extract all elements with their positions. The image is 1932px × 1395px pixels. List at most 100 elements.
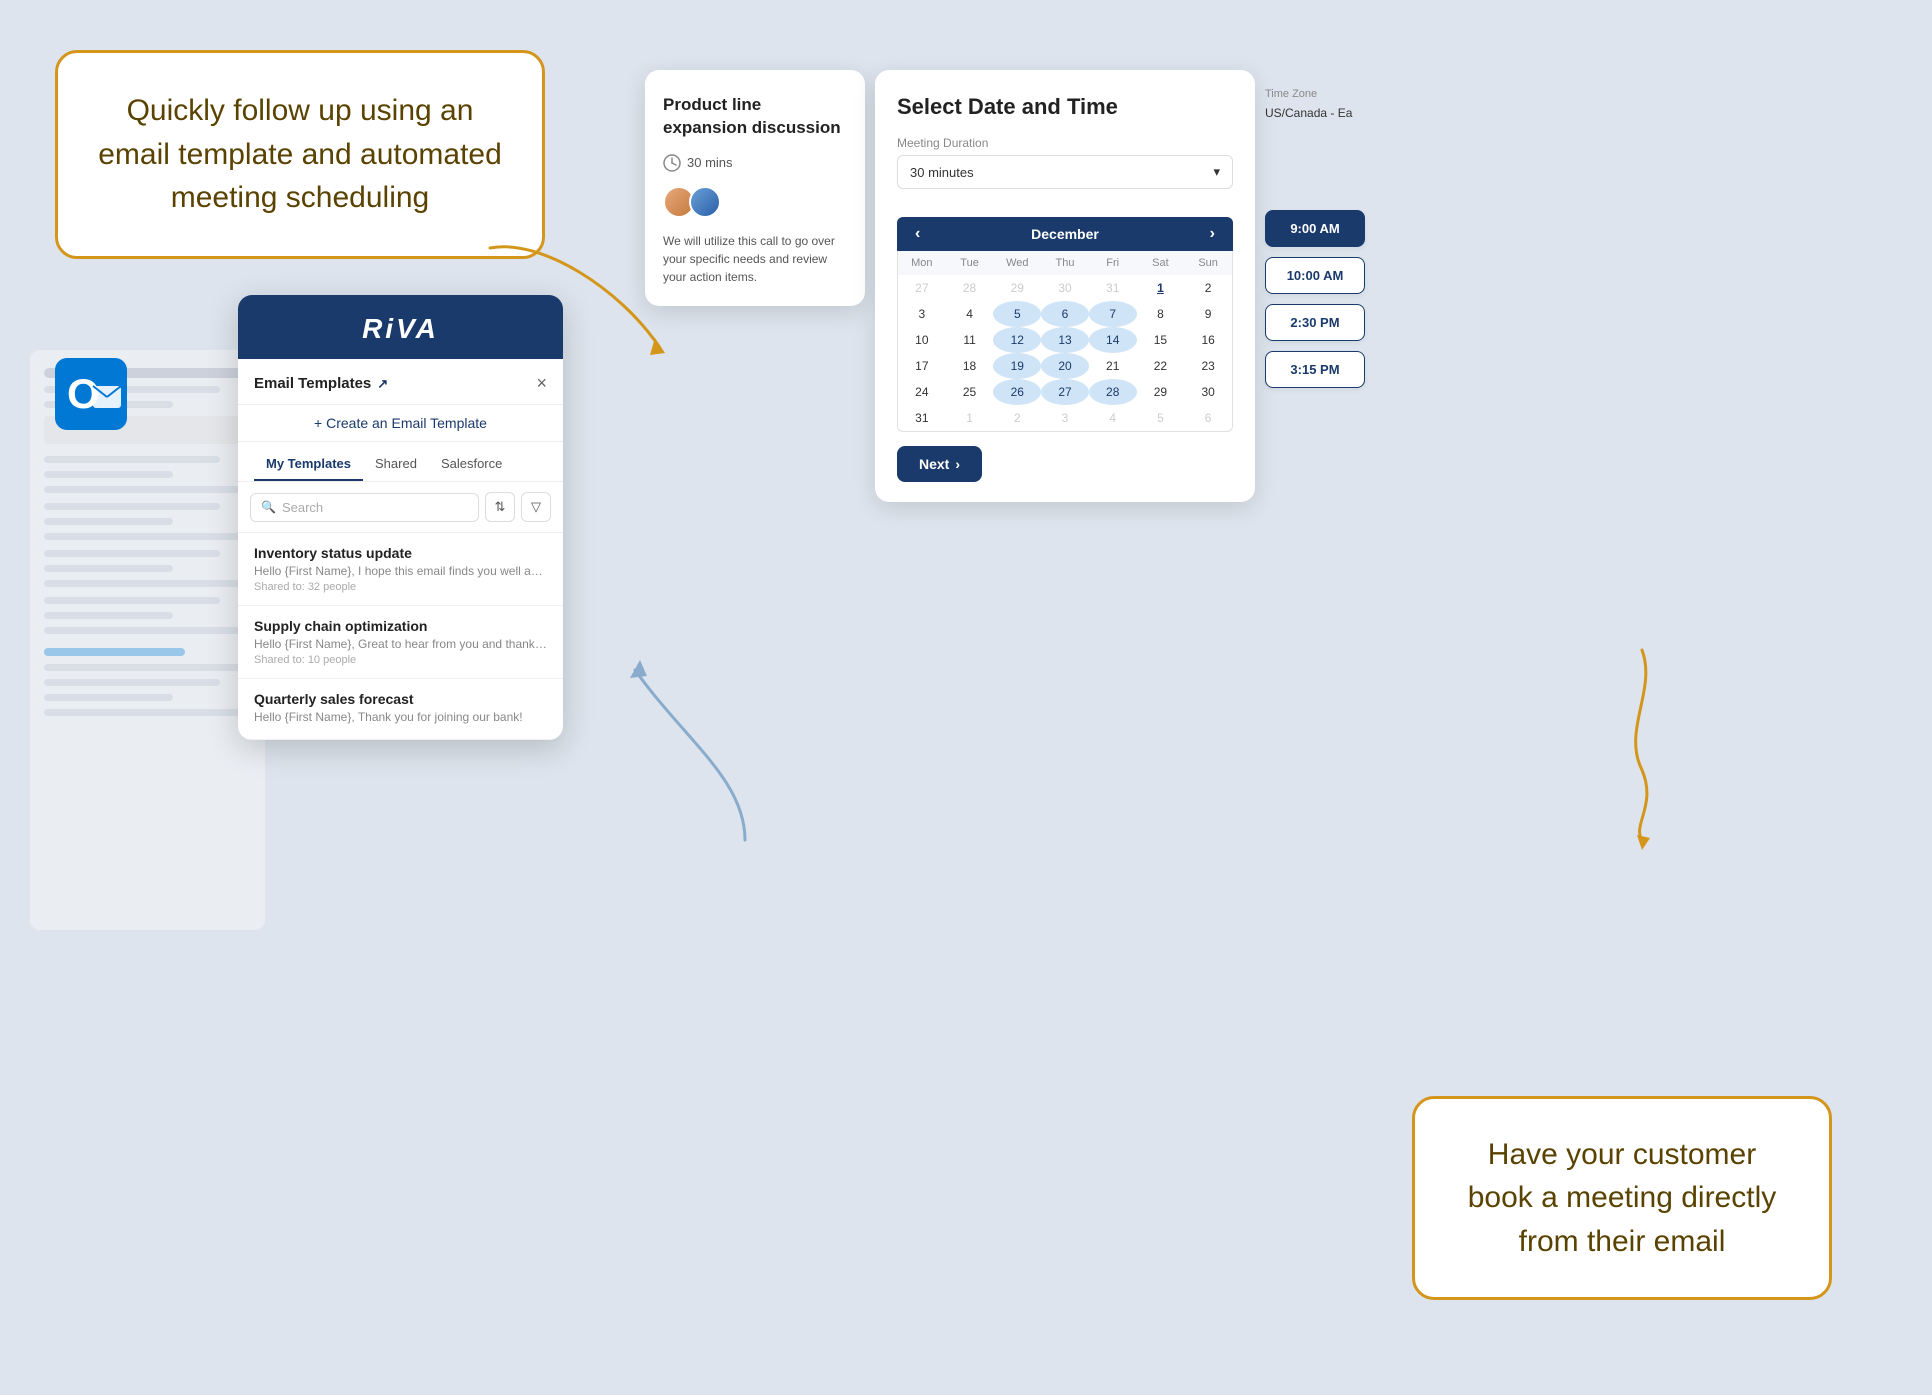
day-wed: Wed (993, 251, 1041, 275)
cal-cell[interactable]: 1 (946, 405, 994, 431)
meeting-description: We will utilize this call to go over you… (663, 232, 847, 286)
prev-month-button[interactable]: ‹ (909, 225, 926, 243)
cal-cell[interactable]: 29 (993, 275, 1041, 301)
cal-cell[interactable]: 26 (993, 379, 1041, 405)
timeslot-3[interactable]: 3:15 PM (1265, 351, 1365, 388)
cal-cell[interactable]: 27 (1041, 379, 1089, 405)
cal-cell[interactable]: 6 (1184, 405, 1232, 431)
timezone-value: US/Canada - Ea (1265, 106, 1352, 120)
timeslots-panel: 9:00 AM 10:00 AM 2:30 PM 3:15 PM (1265, 210, 1365, 388)
cal-cell[interactable]: 11 (946, 327, 994, 353)
cal-cell[interactable]: 13 (1041, 327, 1089, 353)
tab-my-templates[interactable]: My Templates (254, 450, 363, 481)
template-item-2[interactable]: Quarterly sales forecast Hello {First Na… (238, 679, 563, 740)
chevron-down-icon: ▾ (1213, 164, 1220, 180)
calendar-month: December (1031, 226, 1099, 242)
template-title-2: Quarterly sales forecast (254, 691, 547, 707)
day-thu: Thu (1041, 251, 1089, 275)
cal-cell[interactable]: 27 (898, 275, 946, 301)
cal-cell[interactable]: 29 (1137, 379, 1185, 405)
cal-cell[interactable]: 19 (993, 353, 1041, 379)
cal-cell[interactable]: 23 (1184, 353, 1232, 379)
search-icon: 🔍 (261, 500, 276, 514)
close-button[interactable]: × (536, 373, 547, 394)
arrow-3 (1602, 640, 1682, 840)
cal-cell[interactable]: 18 (946, 353, 994, 379)
cal-cell[interactable]: 22 (1137, 353, 1185, 379)
cal-cell[interactable]: 1 (1137, 275, 1185, 301)
cal-cell[interactable]: 2 (1184, 275, 1232, 301)
cal-cell[interactable]: 28 (1089, 379, 1137, 405)
cal-cell[interactable]: 24 (898, 379, 946, 405)
callout-top-text: Quickly follow up using an email templat… (98, 94, 502, 214)
template-title-1: Supply chain optimization (254, 618, 547, 634)
search-input[interactable]: 🔍 Search (250, 493, 479, 522)
cal-cell[interactable]: 15 (1137, 327, 1185, 353)
next-month-button[interactable]: › (1204, 225, 1221, 243)
cal-cell[interactable]: 3 (898, 301, 946, 327)
cal-cell[interactable]: 5 (1137, 405, 1185, 431)
filter-button[interactable]: ▽ (521, 492, 551, 522)
cal-cell[interactable]: 25 (946, 379, 994, 405)
external-link-icon[interactable]: ↗ (377, 376, 388, 392)
tab-salesforce[interactable]: Salesforce (429, 450, 514, 481)
search-area: 🔍 Search ⇅ ▽ (238, 482, 563, 533)
tab-shared[interactable]: Shared (363, 450, 429, 481)
day-mon: Mon (898, 251, 946, 275)
cal-cell[interactable]: 31 (1089, 275, 1137, 301)
cal-cell[interactable]: 30 (1041, 275, 1089, 301)
cal-cell[interactable]: 10 (898, 327, 946, 353)
cal-cell[interactable]: 16 (1184, 327, 1232, 353)
sort-button[interactable]: ⇅ (485, 492, 515, 522)
cal-cell[interactable]: 6 (1041, 301, 1089, 327)
template-title-0: Inventory status update (254, 545, 547, 561)
datetime-title: Select Date and Time (897, 94, 1233, 120)
day-sun: Sun (1184, 251, 1232, 275)
calendar-body: 2728293031123456789101112131415161718192… (898, 275, 1232, 431)
cal-cell[interactable]: 31 (898, 405, 946, 431)
arrow-2 (605, 650, 775, 850)
meeting-duration: 30 mins (663, 154, 847, 172)
calendar-grid: Mon Tue Wed Thu Fri Sat Sun 272829303112… (897, 251, 1233, 432)
template-tabs: My Templates Shared Salesforce (238, 442, 563, 482)
day-fri: Fri (1089, 251, 1137, 275)
cal-cell[interactable]: 4 (1089, 405, 1137, 431)
datetime-panel: Select Date and Time Meeting Duration 30… (875, 70, 1255, 502)
calendar-header: ‹ December › (897, 217, 1233, 251)
avatar-2 (689, 186, 721, 218)
day-sat: Sat (1137, 251, 1185, 275)
cal-cell[interactable]: 14 (1089, 327, 1137, 353)
template-shared-1: Shared to: 10 people (254, 654, 547, 666)
template-item-1[interactable]: Supply chain optimization Hello {First N… (238, 606, 563, 679)
template-preview-0: Hello {First Name}, I hope this email fi… (254, 564, 547, 578)
timeslot-2[interactable]: 2:30 PM (1265, 304, 1365, 341)
cal-cell[interactable]: 5 (993, 301, 1041, 327)
cal-cell[interactable]: 12 (993, 327, 1041, 353)
callout-bottom-right: Have your customer book a meeting direct… (1412, 1096, 1832, 1301)
template-item-0[interactable]: Inventory status update Hello {First Nam… (238, 533, 563, 606)
cal-cell[interactable]: 8 (1137, 301, 1185, 327)
meeting-title: Product line expansion discussion (663, 94, 847, 140)
cal-cell[interactable]: 7 (1089, 301, 1137, 327)
calendar-day-headers: Mon Tue Wed Thu Fri Sat Sun (898, 251, 1232, 275)
timeslot-1[interactable]: 10:00 AM (1265, 257, 1365, 294)
meeting-panel: Product line expansion discussion 30 min… (645, 70, 865, 306)
cal-cell[interactable]: 28 (946, 275, 994, 301)
cal-cell[interactable]: 4 (946, 301, 994, 327)
cal-cell[interactable]: 9 (1184, 301, 1232, 327)
create-template-button[interactable]: + Create an Email Template (238, 405, 563, 442)
duration-label: Meeting Duration (897, 136, 1233, 150)
cal-cell[interactable]: 20 (1041, 353, 1089, 379)
cal-cell[interactable]: 30 (1184, 379, 1232, 405)
day-tue: Tue (946, 251, 994, 275)
timeslot-0[interactable]: 9:00 AM (1265, 210, 1365, 247)
cal-cell[interactable]: 2 (993, 405, 1041, 431)
cal-cell[interactable]: 21 (1089, 353, 1137, 379)
next-button[interactable]: Next › (897, 446, 982, 482)
cal-cell[interactable]: 17 (898, 353, 946, 379)
outlook-icon: O (55, 358, 135, 438)
timezone-label: Time Zone (1265, 88, 1317, 100)
cal-cell[interactable]: 3 (1041, 405, 1089, 431)
duration-select[interactable]: 30 minutes ▾ (897, 155, 1233, 189)
callout-bottom-text: Have your customer book a meeting direct… (1468, 1138, 1777, 1258)
